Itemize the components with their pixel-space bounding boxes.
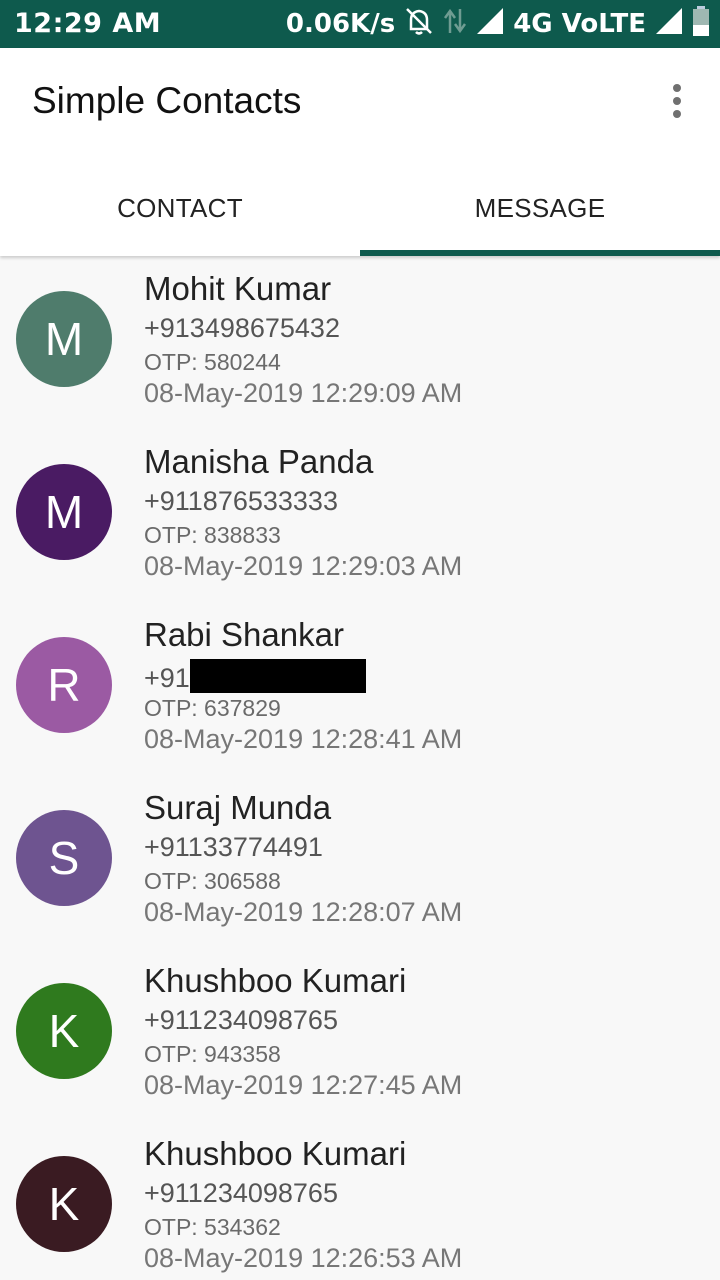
contact-phone: +913498675432 <box>144 313 340 343</box>
app-bar: Simple Contacts CONTACT MESSAGE <box>0 48 720 256</box>
bell-off-icon <box>403 5 435 44</box>
network-type: 4G VoLTE <box>513 9 646 39</box>
contact-name: Khushboo Kumari <box>144 1135 407 1172</box>
more-vert-icon[interactable] <box>670 84 684 124</box>
app-title: Simple Contacts <box>32 80 302 121</box>
signal-icon <box>654 6 684 43</box>
list-item[interactable]: K Khushboo Kumari +911234098765 OTP: 534… <box>0 1121 720 1280</box>
tab-contact[interactable]: CONTACT <box>0 160 360 256</box>
avatar: K <box>16 983 112 1079</box>
message-time: 08-May-2019 12:27:45 AM <box>144 1070 463 1100</box>
contact-name: Manisha Panda <box>144 443 374 480</box>
list-item[interactable]: R Rabi Shankar +91 OTP: 637829 08-May-20… <box>0 602 720 775</box>
message-time: 08-May-2019 12:28:07 AM <box>144 897 463 927</box>
otp-text: OTP: 943358 <box>144 1041 281 1067</box>
avatar: R <box>16 637 112 733</box>
data-arrows-icon <box>443 5 467 44</box>
battery-icon <box>692 5 710 44</box>
contact-name: Rabi Shankar <box>144 616 344 653</box>
status-bar: 12:29 AM 0.06K/s 4G VoLTE <box>0 0 720 48</box>
contact-name: Khushboo Kumari <box>144 962 407 999</box>
message-time: 08-May-2019 12:29:03 AM <box>144 551 463 581</box>
list-item[interactable]: S Suraj Munda +91133774491 OTP: 306588 0… <box>0 775 720 948</box>
list-item[interactable]: M Manisha Panda +911876533333 OTP: 83883… <box>0 429 720 602</box>
contact-phone: +911876533333 <box>144 486 338 516</box>
status-time: 12:29 AM <box>14 8 162 39</box>
signal-icon <box>475 6 505 43</box>
contact-name: Suraj Munda <box>144 789 332 826</box>
avatar: S <box>16 810 112 906</box>
contact-name: Mohit Kumar <box>144 270 332 307</box>
message-time: 08-May-2019 12:28:41 AM <box>144 724 463 754</box>
otp-text: OTP: 534362 <box>144 1214 281 1240</box>
otp-text: OTP: 838833 <box>144 522 281 548</box>
contact-phone: +91133774491 <box>144 832 323 862</box>
phone-prefix: +91 <box>144 663 190 693</box>
redaction-bar <box>189 659 366 693</box>
contact-phone: +911234098765 <box>144 1005 338 1035</box>
tab-bar: CONTACT MESSAGE <box>0 160 720 256</box>
otp-text: OTP: 306588 <box>144 868 281 894</box>
otp-text: OTP: 580244 <box>144 349 281 375</box>
avatar: M <box>16 291 112 387</box>
message-time: 08-May-2019 12:29:09 AM <box>144 378 463 408</box>
list-item[interactable]: M Mohit Kumar +913498675432 OTP: 580244 … <box>0 256 720 429</box>
network-speed: 0.06K/s <box>285 9 396 39</box>
contact-phone: +911234098765 <box>144 1178 338 1208</box>
list-item[interactable]: K Khushboo Kumari +911234098765 OTP: 943… <box>0 948 720 1121</box>
status-right: 0.06K/s 4G VoLTE <box>285 5 710 44</box>
tab-message[interactable]: MESSAGE <box>360 160 720 256</box>
avatar: K <box>16 1156 112 1252</box>
contact-phone: +91 <box>144 659 366 694</box>
message-time: 08-May-2019 12:26:53 AM <box>144 1243 463 1273</box>
avatar: M <box>16 464 112 560</box>
otp-text: OTP: 637829 <box>144 695 281 721</box>
message-list[interactable]: M Mohit Kumar +913498675432 OTP: 580244 … <box>0 256 720 1280</box>
